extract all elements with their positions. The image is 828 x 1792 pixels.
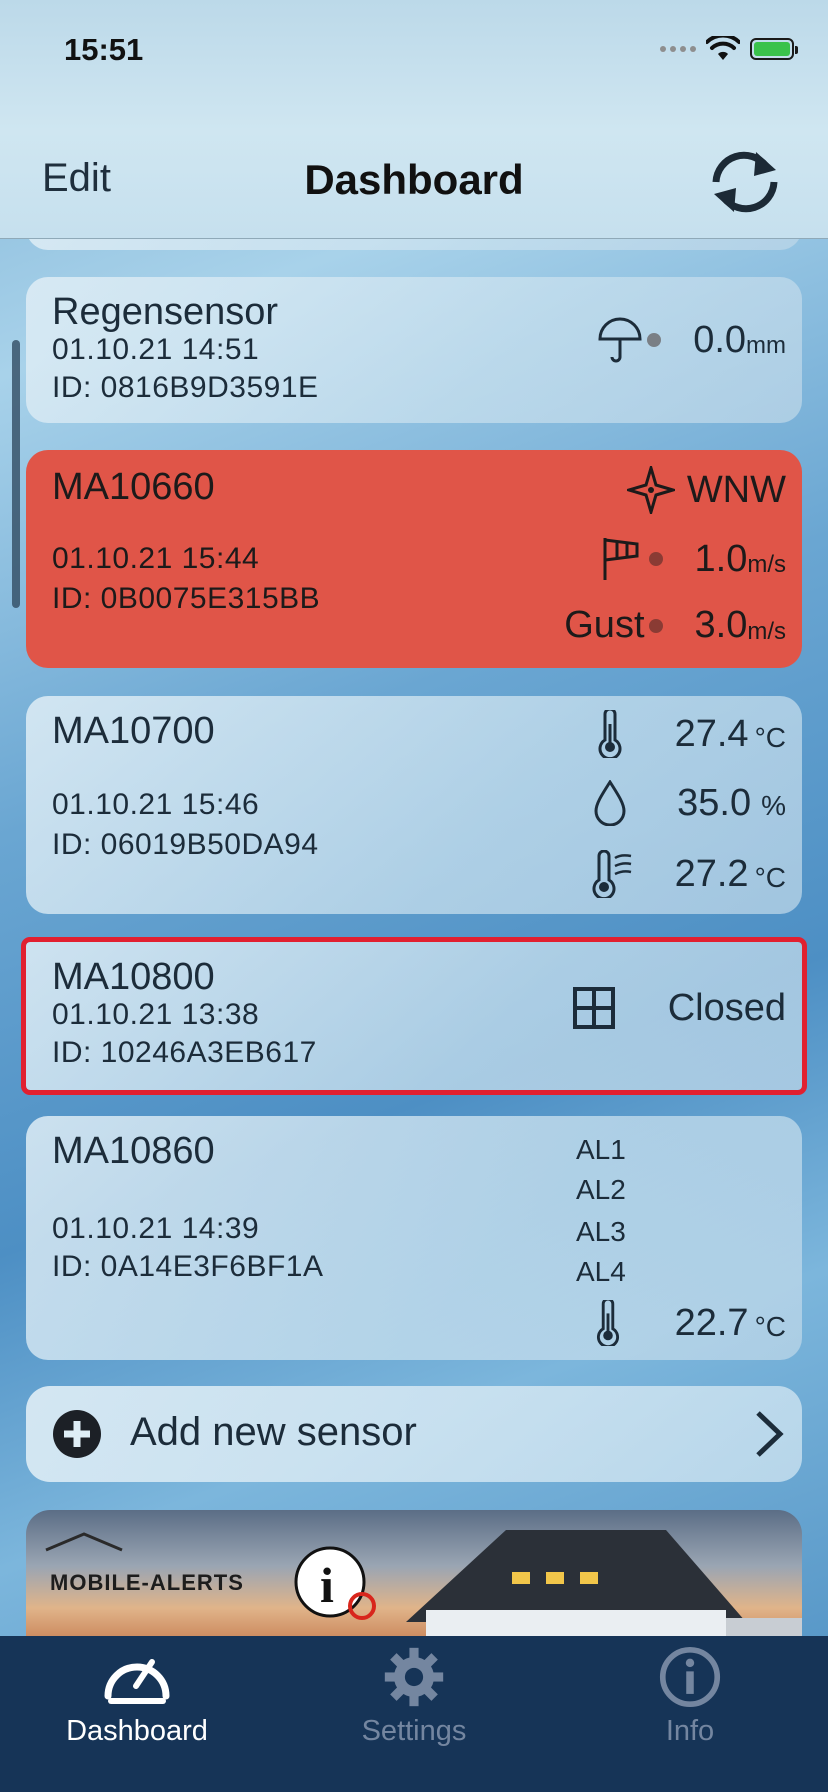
navigation-bar: 15:51 Edit Dashboard <box>0 0 828 239</box>
sensor-id: ID: 0A14E3F6BF1A <box>52 1250 324 1283</box>
alarm-label: AL4 <box>576 1256 626 1287</box>
signal-icon <box>660 46 696 52</box>
add-sensor-label: Add new sensor <box>130 1410 417 1454</box>
info-icon <box>659 1646 721 1708</box>
reading-humidity: 35.0 % <box>593 780 786 826</box>
plus-circle-icon <box>53 1410 101 1458</box>
sensor-card[interactable]: Regensensor 01.10.21 14:51 ID: 0816B9D35… <box>26 277 802 423</box>
reading-unit: °C <box>754 1311 786 1342</box>
sensor-name: MA10860 <box>52 1130 215 1172</box>
reading-value: 3.0 <box>694 604 748 646</box>
sensor-name: MA10660 <box>52 466 215 508</box>
reading-unit: % <box>761 790 786 821</box>
status-dot <box>648 618 663 633</box>
sensor-id: ID: 10246A3EB617 <box>52 1036 317 1069</box>
reading-gust: Gust 3.0 m/s <box>564 604 786 647</box>
reading-label: Gust <box>564 604 645 646</box>
status-time: 15:51 <box>64 32 144 67</box>
thermometer-icon <box>596 1300 619 1346</box>
tab-info[interactable]: Info <box>590 1646 790 1748</box>
reading-heat-index: 27.2 °C <box>591 850 786 898</box>
sensor-id: ID: 0B0075E315BB <box>52 582 321 615</box>
sensor-datetime: 01.10.21 13:38 <box>52 998 260 1031</box>
battery-icon <box>750 38 798 60</box>
reading-value: Closed <box>667 986 786 1029</box>
reading-unit: °C <box>754 862 786 893</box>
tab-dashboard[interactable]: Dashboard <box>37 1646 237 1748</box>
sensor-card-alert[interactable]: MA10660 01.10.21 15:44 ID: 0B0075E315BB … <box>26 450 802 668</box>
gear-icon <box>384 1647 444 1707</box>
reading-value: 35.0 <box>677 781 752 824</box>
status-dot <box>648 552 663 566</box>
reading-value: 0.0 <box>693 318 747 361</box>
reading-value: 27.2 <box>674 852 749 895</box>
reading-wind-direction: WNW <box>626 466 786 514</box>
reading-unit: m/s <box>747 551 786 578</box>
chevron-right-icon <box>756 1411 784 1457</box>
app-root: 15:51 Edit Dashboard Regensensor 01.10.2… <box>0 0 828 1792</box>
reading-rain: 0.0 mm <box>597 317 786 363</box>
tab-bar: Dashboard Settings Info <box>0 1636 828 1792</box>
alarm-label: AL1 <box>576 1134 626 1165</box>
scroll-indicator[interactable] <box>12 340 20 608</box>
reading-value: 27.4 <box>674 712 749 755</box>
window-icon <box>572 987 615 1029</box>
tab-settings[interactable]: Settings <box>314 1646 514 1748</box>
reading-value: WNW <box>686 468 786 511</box>
speedometer-icon <box>104 1659 170 1704</box>
compass-icon <box>626 466 675 514</box>
sensor-name: Regensensor <box>52 291 279 333</box>
windsock-icon <box>603 538 638 580</box>
heat-index-icon <box>592 850 631 898</box>
reading-unit: mm <box>746 332 786 359</box>
promo-banner[interactable]: i MOBILE-ALERTS <box>26 1510 802 1650</box>
reading-unit: m/s <box>747 617 786 645</box>
sensor-datetime: 01.10.21 14:51 <box>52 333 260 366</box>
reading-value: 1.0 <box>694 537 748 580</box>
sensor-id: ID: 0816B9D3591E <box>52 371 319 404</box>
svg-text:i: i <box>320 1557 334 1613</box>
reading-wind-speed: 1.0 m/s <box>601 536 786 582</box>
sensor-datetime: 01.10.21 14:39 <box>52 1212 260 1245</box>
alarm-label: AL3 <box>576 1216 626 1247</box>
reading-value: 22.7 <box>674 1301 749 1344</box>
wifi-icon <box>706 36 740 60</box>
status-dot <box>647 333 662 347</box>
add-sensor-button[interactable]: Add new sensor <box>26 1386 802 1482</box>
sensor-name: MA10700 <box>52 710 215 752</box>
sensor-datetime: 01.10.21 15:46 <box>52 788 260 821</box>
alarm-label: AL2 <box>576 1174 626 1205</box>
reading-temperature: 27.4 °C <box>595 710 786 758</box>
refresh-icon[interactable] <box>704 148 786 216</box>
reading-window-state: Closed <box>572 986 786 1030</box>
sensor-datetime: 01.10.21 15:44 <box>52 542 260 575</box>
umbrella-icon <box>598 317 642 363</box>
sensor-name: MA10800 <box>52 956 215 998</box>
sensor-card[interactable]: MA10860 01.10.21 14:39 ID: 0A14E3F6BF1A … <box>26 1116 802 1360</box>
status-icons <box>660 36 798 62</box>
droplet-icon <box>594 780 626 826</box>
reading-temperature: 22.7 °C <box>593 1300 786 1346</box>
sensor-card-selected[interactable]: MA10800 01.10.21 13:38 ID: 10246A3EB617 … <box>21 937 807 1095</box>
thermometer-icon <box>598 710 622 758</box>
tab-label: Dashboard <box>66 1715 208 1747</box>
tab-label: Info <box>665 1715 715 1747</box>
brand-logo: MOBILE-ALERTS <box>50 1570 244 1595</box>
tab-label: Settings <box>361 1715 467 1747</box>
sensor-card[interactable]: MA10700 01.10.21 15:46 ID: 06019B50DA94 … <box>26 696 802 914</box>
reading-unit: °C <box>754 722 786 753</box>
sensor-id: ID: 06019B50DA94 <box>52 828 319 861</box>
